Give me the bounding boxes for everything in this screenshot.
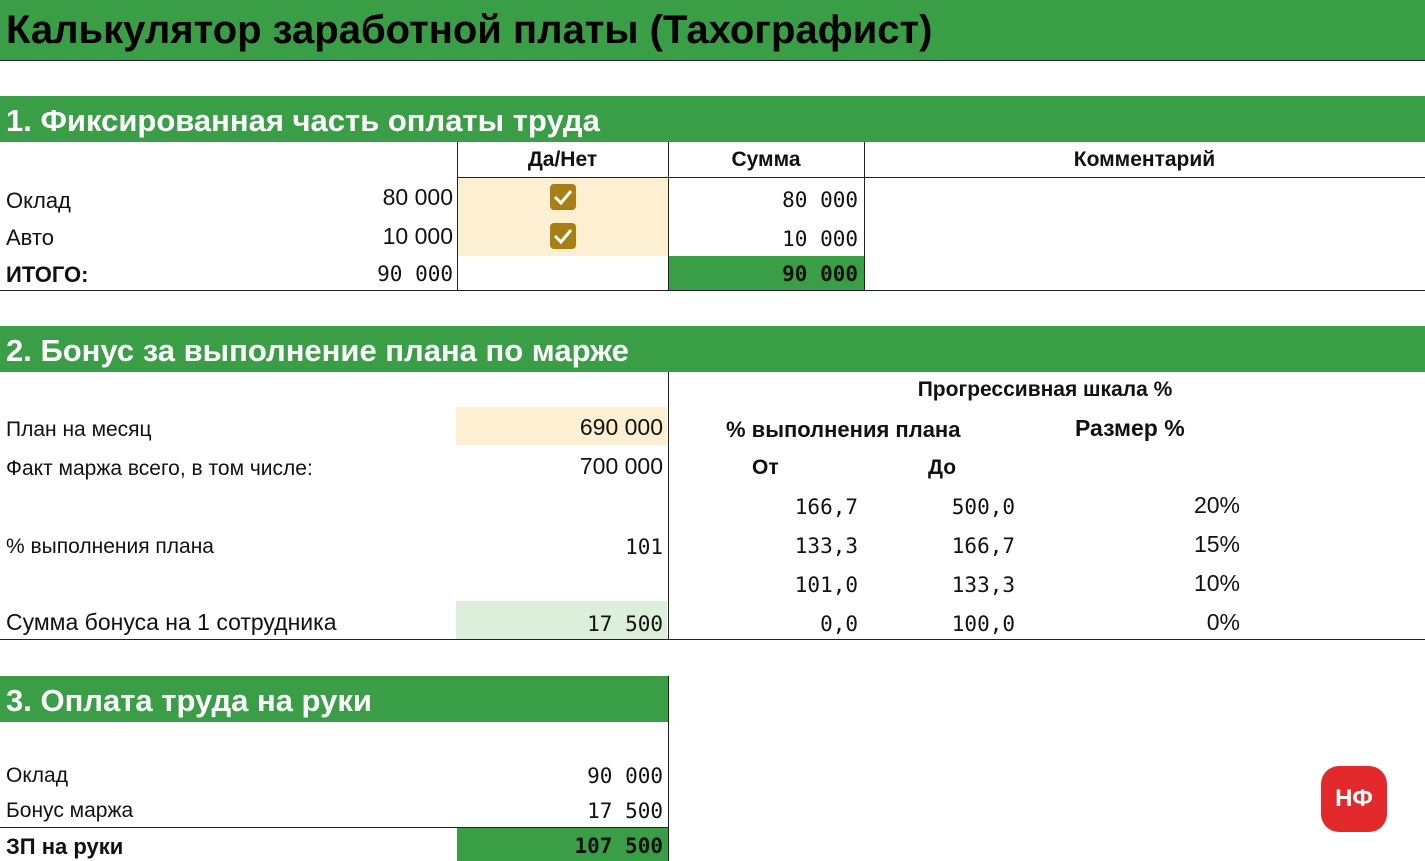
logo-text: НФ <box>1335 785 1373 812</box>
net-pay-value: 107 500 <box>574 834 663 858</box>
scale-to-header: До <box>928 456 957 479</box>
section3-header: 3. Оплата труда на руки <box>0 676 668 722</box>
scale-from-header: От <box>752 456 779 479</box>
divider <box>0 639 1425 640</box>
divider <box>668 676 669 861</box>
section2-header: 2. Бонус за выполнение плана по марже <box>0 326 1425 372</box>
scale-col-pct: % выполнения плана <box>726 417 961 442</box>
plan-label: План на месяц <box>6 418 152 441</box>
scale-size: 20% <box>1193 492 1240 518</box>
fact-value: 700 000 <box>579 453 663 479</box>
scale-from: 0,0 <box>820 612 858 636</box>
checkmark-icon <box>553 229 573 245</box>
scale-col-size: Размер % <box>1075 415 1185 441</box>
divider <box>0 290 1425 291</box>
bonus-value: 17 500 <box>587 612 663 636</box>
total-value: 90 000 <box>377 262 453 286</box>
col-header-comment: Комментарий <box>1073 148 1216 171</box>
section1-header: 1. Фиксированная часть оплаты труда <box>0 96 1425 142</box>
row-value-car: 10 000 <box>382 223 453 249</box>
scale-from: 133,3 <box>794 534 858 558</box>
scale-from: 101,0 <box>794 573 858 597</box>
row-sum-salary: 80 000 <box>782 188 858 212</box>
pct-value: 101 <box>625 535 663 559</box>
row-label-salary: Оклад <box>6 188 71 213</box>
fact-label: Факт маржа всего, в том числе: <box>6 457 313 480</box>
section2-title: 2. Бонус за выполнение плана по марже <box>6 333 629 368</box>
total-label: ИТОГО: <box>6 262 89 287</box>
section3-title: 3. Оплата труда на руки <box>6 683 372 718</box>
checkbox-car[interactable] <box>550 223 576 249</box>
row-label-car: Авто <box>6 225 54 250</box>
salary-label: Оклад <box>6 764 68 787</box>
pct-label: % выполнения плана <box>6 535 214 558</box>
scale-to: 166,7 <box>951 534 1015 558</box>
net-pay-label: ЗП на руки <box>6 834 124 859</box>
scale-size: 10% <box>1193 570 1240 596</box>
col-header-sum: Сумма <box>731 148 801 171</box>
plan-value[interactable]: 690 000 <box>470 414 663 441</box>
scale-to: 500,0 <box>951 495 1015 519</box>
checkbox-salary[interactable] <box>550 184 576 210</box>
bonus-label: Сумма бонуса на 1 сотрудника <box>6 609 337 635</box>
salary-value: 90 000 <box>587 764 663 788</box>
checkmark-icon <box>553 190 573 206</box>
scale-to: 100,0 <box>951 612 1015 636</box>
total-sum: 90 000 <box>782 262 858 286</box>
scale-from: 166,7 <box>794 495 858 519</box>
col-header-yesno: Да/Нет <box>527 148 598 171</box>
scale-title: Прогрессивная шкала % <box>917 378 1173 401</box>
scale-size: 15% <box>1193 531 1240 557</box>
divider <box>668 372 669 640</box>
section1-title: 1. Фиксированная часть оплаты труда <box>6 103 600 138</box>
nf-logo: НФ <box>1321 766 1387 832</box>
scale-to: 133,3 <box>951 573 1015 597</box>
page-title: Калькулятор заработной платы (Тахографис… <box>6 8 933 52</box>
scale-size: 0% <box>1206 609 1240 635</box>
margin-bonus-label: Бонус маржа <box>6 799 134 822</box>
row-value-salary: 80 000 <box>382 184 453 210</box>
margin-bonus-value: 17 500 <box>587 799 663 823</box>
title-bar: Калькулятор заработной платы (Тахографис… <box>0 0 1425 61</box>
row-sum-car: 10 000 <box>782 227 858 251</box>
